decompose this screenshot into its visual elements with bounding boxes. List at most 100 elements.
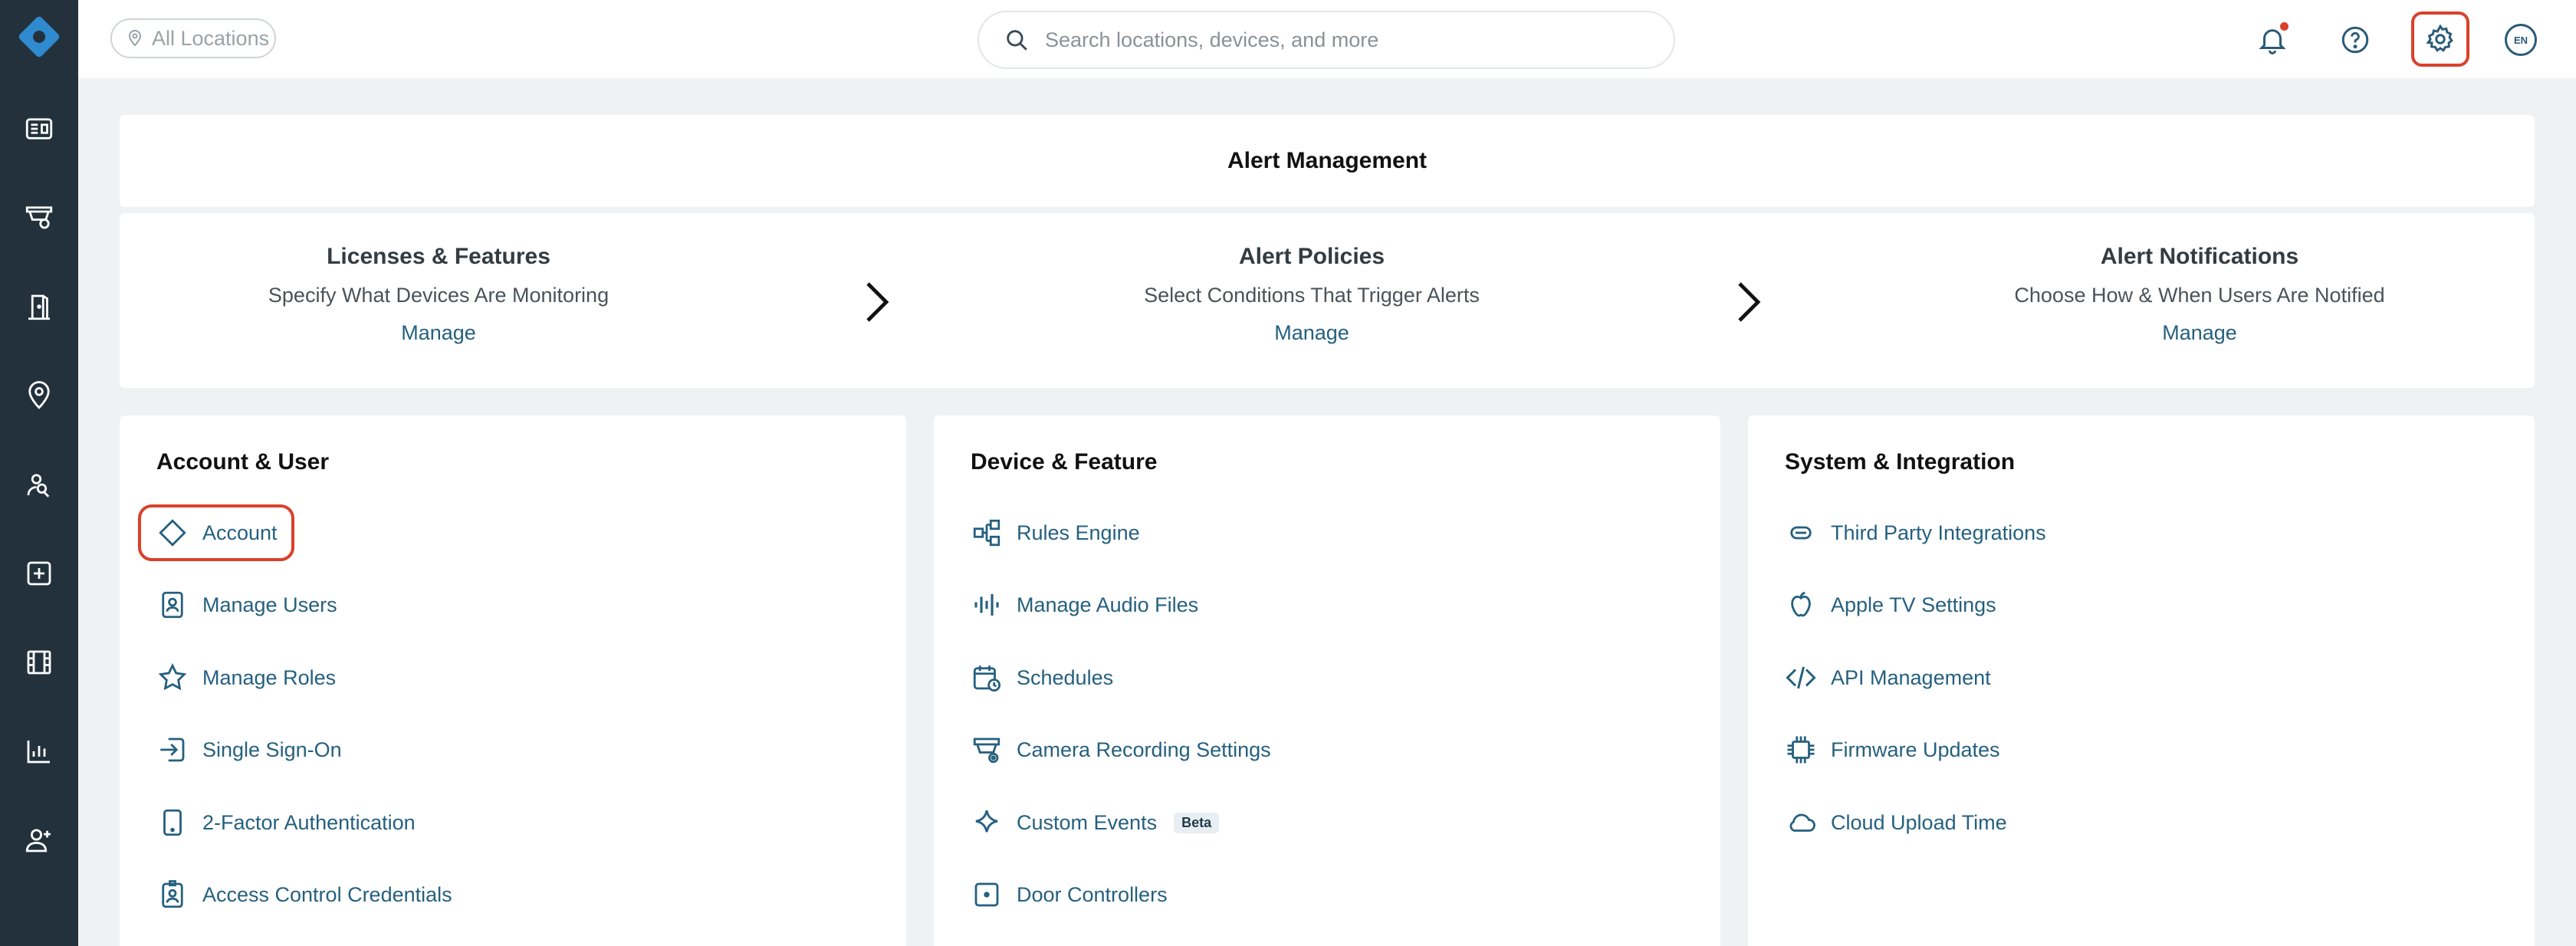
location-selector[interactable]: All Locations — [110, 18, 276, 58]
link-third-party-integrations[interactable]: Third Party Integrations — [1785, 511, 2046, 554]
link-label: Third Party Integrations — [1831, 521, 2046, 544]
sidebar-item-video[interactable] — [0, 632, 78, 693]
camera-settings-icon — [973, 737, 1001, 764]
manage-link[interactable]: Manage — [1043, 321, 1580, 345]
step-description: Choose How & When Users Are Notified — [2014, 284, 2385, 307]
sidebar-item-sensors[interactable] — [0, 543, 78, 604]
section-title: Device & Feature — [971, 449, 1158, 475]
step-title: Alert Policies — [1238, 244, 1385, 269]
link-two-factor-auth[interactable]: 2-Factor Authentication — [156, 801, 416, 844]
sidebar-item-access[interactable] — [0, 276, 78, 337]
person-search-icon — [27, 474, 50, 498]
link-manage-users[interactable]: Manage Users — [156, 583, 337, 626]
link-manage-audio-files[interactable]: Manage Audio Files — [971, 583, 1198, 626]
manage-link[interactable]: Manage — [170, 321, 707, 345]
section-title: Account & User — [156, 449, 330, 475]
step-alert-notifications: Alert Notifications Choose How & When Us… — [1931, 244, 2468, 345]
link-label: Schedules — [1017, 665, 1114, 689]
top-bar: All Locations EN — [78, 0, 2576, 78]
cloud-icon — [1789, 813, 1815, 832]
manage-link[interactable]: Manage — [1931, 321, 2468, 345]
sidebar — [0, 0, 78, 946]
alert-management-title: Alert Management — [1227, 148, 1428, 173]
link-label: Camera Recording Settings — [1017, 737, 1271, 761]
sidebar-item-analytics[interactable] — [0, 721, 78, 782]
notifications-button[interactable] — [2246, 13, 2299, 67]
sparkle-icon — [975, 810, 998, 833]
help-button[interactable] — [2328, 13, 2382, 67]
rules-icon — [973, 519, 1001, 547]
search-bar[interactable] — [978, 11, 1675, 69]
link-schedules[interactable]: Schedules — [971, 656, 1113, 699]
link-access-control-credentials[interactable]: Access Control Credentials — [156, 873, 452, 916]
link-apple-tv-settings[interactable]: Apple TV Settings — [1785, 583, 1996, 626]
calendar-clock-icon — [973, 665, 1001, 692]
link-label: Firmware Updates — [1831, 737, 2000, 761]
settings-button[interactable] — [2411, 11, 2469, 67]
section-account-user: Account & User Account Manage Users Mana… — [120, 416, 906, 946]
language-label: EN — [2505, 24, 2537, 56]
link-label: Account — [202, 521, 278, 544]
code-icon — [1786, 666, 1816, 689]
sidebar-item-cameras[interactable] — [0, 186, 78, 248]
location-pin-icon — [28, 381, 50, 409]
add-user-icon — [25, 829, 51, 852]
link-label: Manage Roles — [202, 665, 337, 689]
link-door-controllers[interactable]: Door Controllers — [971, 873, 1168, 916]
chevron-right-icon — [866, 282, 889, 322]
link-label: Apple TV Settings — [1831, 593, 1996, 616]
link-single-sign-on[interactable]: Single Sign-On — [156, 728, 342, 771]
dashboard-icon — [25, 118, 53, 140]
sign-in-icon — [160, 737, 185, 762]
step-licenses: Licenses & Features Specify What Devices… — [170, 244, 707, 345]
link-firmware-updates[interactable]: Firmware Updates — [1785, 728, 2000, 771]
link-camera-recording-settings[interactable]: Camera Recording Settings — [971, 728, 1271, 771]
alert-management-steps: Licenses & Features Specify What Devices… — [120, 213, 2535, 388]
section-system-integration: System & Integration Third Party Integra… — [1748, 416, 2535, 946]
link-manage-roles[interactable]: Manage Roles — [156, 656, 336, 699]
camera-icon — [25, 206, 53, 229]
link-label: API Management — [1831, 665, 1991, 689]
section-title: System & Integration — [1785, 449, 2016, 475]
link-account[interactable]: Account — [156, 511, 278, 554]
bar-chart-icon — [27, 741, 50, 764]
diamond-icon — [159, 519, 186, 547]
app-logo[interactable] — [13, 11, 65, 63]
notification-dot — [2280, 22, 2288, 31]
link-label: Rules Engine — [1017, 521, 1140, 544]
location-label: All Locations — [152, 26, 270, 50]
step-alert-policies: Alert Policies Select Conditions That Tr… — [1043, 244, 1580, 345]
link-label: Manage Users — [202, 593, 337, 616]
beta-badge: Beta — [1174, 812, 1220, 833]
sidebar-item-dashboard[interactable] — [0, 98, 78, 159]
sidebar-item-locations[interactable] — [0, 365, 78, 426]
link-label: Custom Events — [1017, 810, 1158, 834]
language-button[interactable]: EN — [2494, 13, 2548, 67]
step-description: Select Conditions That Trigger Alerts — [1144, 284, 1480, 307]
link-label: Cloud Upload Time — [1831, 810, 2007, 834]
link-custom-events[interactable]: Custom Events Beta — [971, 801, 1220, 844]
sensor-icon — [27, 561, 51, 586]
section-device-feature: Device & Feature Rules Engine Manage Aud… — [934, 416, 1720, 946]
chip-icon — [1787, 736, 1815, 764]
gear-icon — [2426, 24, 2453, 52]
link-label: Manage Audio Files — [1017, 593, 1199, 616]
link-api-management[interactable]: API Management — [1785, 656, 1991, 699]
audio-wave-icon — [974, 594, 999, 616]
id-badge-icon — [162, 880, 183, 908]
link-icon — [1790, 526, 1812, 540]
tablet-icon — [163, 809, 182, 836]
film-icon — [27, 650, 51, 675]
door-controller-icon — [974, 882, 999, 907]
search-input[interactable] — [1045, 28, 1643, 52]
link-cloud-upload-time[interactable]: Cloud Upload Time — [1785, 801, 2007, 844]
step-title: Licenses & Features — [327, 244, 550, 269]
chevron-right-icon — [1738, 282, 1761, 322]
step-title: Alert Notifications — [2100, 244, 2299, 269]
user-badge-icon — [162, 591, 183, 619]
link-rules-engine[interactable]: Rules Engine — [971, 511, 1140, 554]
search-icon — [1007, 30, 1027, 51]
sidebar-item-guests[interactable] — [0, 810, 78, 871]
sidebar-item-people-search[interactable] — [0, 454, 78, 515]
apple-icon — [1791, 591, 1811, 617]
